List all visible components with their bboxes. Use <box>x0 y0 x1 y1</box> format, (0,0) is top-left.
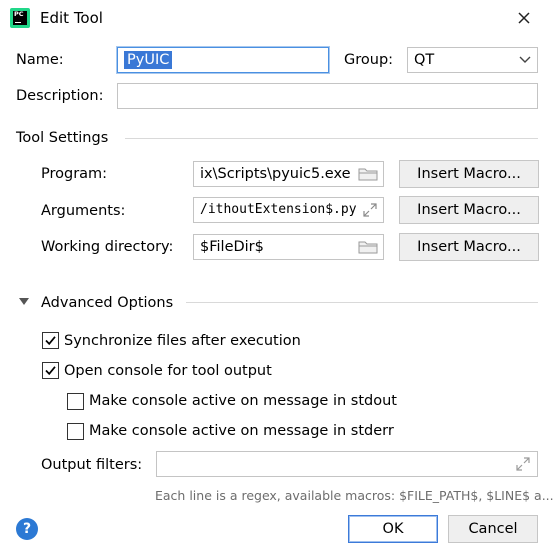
arguments-input[interactable]: /ithoutExtension$.py <box>193 197 384 223</box>
ok-button[interactable]: OK <box>348 515 438 543</box>
working-directory-input[interactable]: $FileDir$ <box>193 234 384 260</box>
sync-files-label[interactable]: Synchronize files after execution <box>64 331 301 351</box>
working-directory-insert-macro-button[interactable]: Insert Macro... <box>399 233 539 261</box>
tool-settings-heading: Tool Settings <box>16 130 109 146</box>
open-console-label[interactable]: Open console for tool output <box>64 361 272 381</box>
program-insert-macro-button[interactable]: Insert Macro... <box>399 160 539 188</box>
tool-settings-separator <box>125 138 538 139</box>
output-filters-label: Output filters: <box>41 457 143 473</box>
console-stdout-label[interactable]: Make console active on message in stdout <box>89 391 397 411</box>
folder-icon[interactable] <box>358 166 378 182</box>
working-directory-input-value: $FileDir$ <box>200 239 264 255</box>
working-directory-label: Working directory: <box>41 239 174 255</box>
arguments-input-value: /ithoutExtension$.py <box>200 202 357 217</box>
name-label: Name: <box>16 52 64 68</box>
help-icon[interactable]: ? <box>16 518 38 540</box>
description-input[interactable] <box>117 83 538 109</box>
triangle-down-icon[interactable] <box>18 297 30 307</box>
console-stdout-checkbox[interactable] <box>67 393 84 410</box>
group-label: Group: <box>344 52 394 68</box>
arguments-label: Arguments: <box>41 203 126 219</box>
chevron-down-icon <box>519 56 531 63</box>
expand-icon[interactable] <box>362 202 378 218</box>
check-icon <box>45 366 56 376</box>
program-input-value: ix\Scripts\pyuic5.exe <box>200 166 351 182</box>
sync-files-checkbox[interactable] <box>42 332 59 349</box>
cancel-button[interactable]: Cancel <box>448 515 538 543</box>
console-stderr-checkbox[interactable] <box>67 423 84 440</box>
program-input[interactable]: ix\Scripts\pyuic5.exe <box>193 161 384 187</box>
group-select[interactable]: QT <box>407 47 538 73</box>
open-console-checkbox[interactable] <box>42 362 59 379</box>
output-filters-input[interactable] <box>156 451 538 477</box>
program-label: Program: <box>41 166 108 182</box>
output-filters-hint: Each line is a regex, available macros: … <box>155 488 554 503</box>
advanced-options-separator <box>186 302 538 303</box>
console-stderr-label[interactable]: Make console active on message in stderr <box>89 421 394 441</box>
window-title: Edit Tool <box>40 9 103 27</box>
folder-icon[interactable] <box>358 239 378 255</box>
description-label: Description: <box>16 88 104 104</box>
check-icon <box>45 336 56 346</box>
pycharm-app-icon: PC <box>10 8 30 28</box>
close-icon[interactable] <box>512 6 536 30</box>
advanced-options-heading[interactable]: Advanced Options <box>41 293 173 313</box>
name-input-value: PyUIC <box>124 51 173 69</box>
name-input[interactable]: PyUIC <box>117 47 329 73</box>
group-select-value: QT <box>414 52 435 68</box>
arguments-insert-macro-button[interactable]: Insert Macro... <box>399 196 539 224</box>
expand-icon[interactable] <box>515 456 531 472</box>
